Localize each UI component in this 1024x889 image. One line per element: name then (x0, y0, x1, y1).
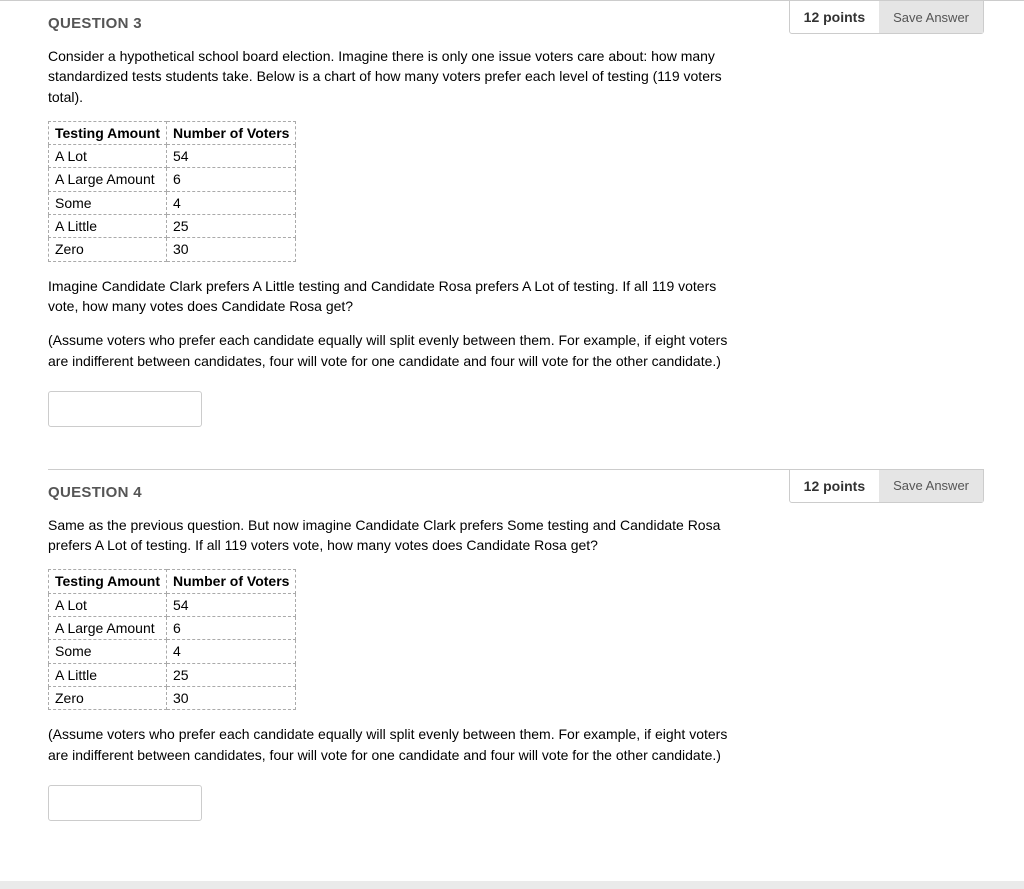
table-cell: 25 (167, 663, 296, 686)
question-meta: 12 points Save Answer (789, 0, 984, 34)
table-cell: Zero (49, 238, 167, 261)
save-answer-button[interactable]: Save Answer (879, 470, 983, 502)
answer-input[interactable] (48, 391, 202, 427)
save-answer-button[interactable]: Save Answer (879, 1, 983, 33)
question-text: (Assume voters who prefer each candidate… (48, 724, 748, 765)
question-body: Same as the previous question. But now i… (48, 515, 748, 821)
table-cell: A Little (49, 215, 167, 238)
table-cell: 30 (167, 238, 296, 261)
question-block-3: 12 points Save Answer QUESTION 3 Conside… (0, 0, 1024, 457)
table-row: Zero 30 (49, 686, 296, 709)
table-cell: 6 (167, 617, 296, 640)
table-header-row: Testing Amount Number of Voters (49, 570, 296, 593)
answer-input[interactable] (48, 785, 202, 821)
table-row: Some 4 (49, 640, 296, 663)
voter-table: Testing Amount Number of Voters A Lot 54… (48, 569, 296, 710)
table-cell: 30 (167, 686, 296, 709)
question-text: (Assume voters who prefer each candidate… (48, 330, 748, 371)
table-cell: 54 (167, 593, 296, 616)
bottom-bar (0, 881, 1024, 889)
table-cell: A Little (49, 663, 167, 686)
table-cell: A Lot (49, 593, 167, 616)
table-cell: A Lot (49, 145, 167, 168)
table-row: A Lot 54 (49, 145, 296, 168)
table-cell: A Large Amount (49, 617, 167, 640)
question-text: Consider a hypothetical school board ele… (48, 46, 748, 107)
table-cell: 4 (167, 191, 296, 214)
table-cell: 6 (167, 168, 296, 191)
table-row: A Little 25 (49, 215, 296, 238)
table-header: Testing Amount (49, 570, 167, 593)
table-row: A Large Amount 6 (49, 617, 296, 640)
voter-table: Testing Amount Number of Voters A Lot 54… (48, 121, 296, 262)
points-label: 12 points (790, 470, 879, 502)
table-header: Number of Voters (167, 121, 296, 144)
table-header: Testing Amount (49, 121, 167, 144)
table-row: Zero 30 (49, 238, 296, 261)
table-row: A Large Amount 6 (49, 168, 296, 191)
question-text: Imagine Candidate Clark prefers A Little… (48, 276, 748, 317)
table-cell: Zero (49, 686, 167, 709)
question-body: Consider a hypothetical school board ele… (48, 46, 748, 427)
table-cell: 54 (167, 145, 296, 168)
points-label: 12 points (790, 1, 879, 33)
table-cell: Some (49, 191, 167, 214)
table-row: A Lot 54 (49, 593, 296, 616)
table-row: A Little 25 (49, 663, 296, 686)
table-cell: A Large Amount (49, 168, 167, 191)
table-cell: 4 (167, 640, 296, 663)
table-row: Some 4 (49, 191, 296, 214)
table-cell: 25 (167, 215, 296, 238)
question-text: Same as the previous question. But now i… (48, 515, 748, 556)
table-header: Number of Voters (167, 570, 296, 593)
table-header-row: Testing Amount Number of Voters (49, 121, 296, 144)
question-meta: 12 points Save Answer (789, 469, 984, 503)
question-block-4: 12 points Save Answer QUESTION 4 Same as… (0, 470, 1024, 851)
table-cell: Some (49, 640, 167, 663)
